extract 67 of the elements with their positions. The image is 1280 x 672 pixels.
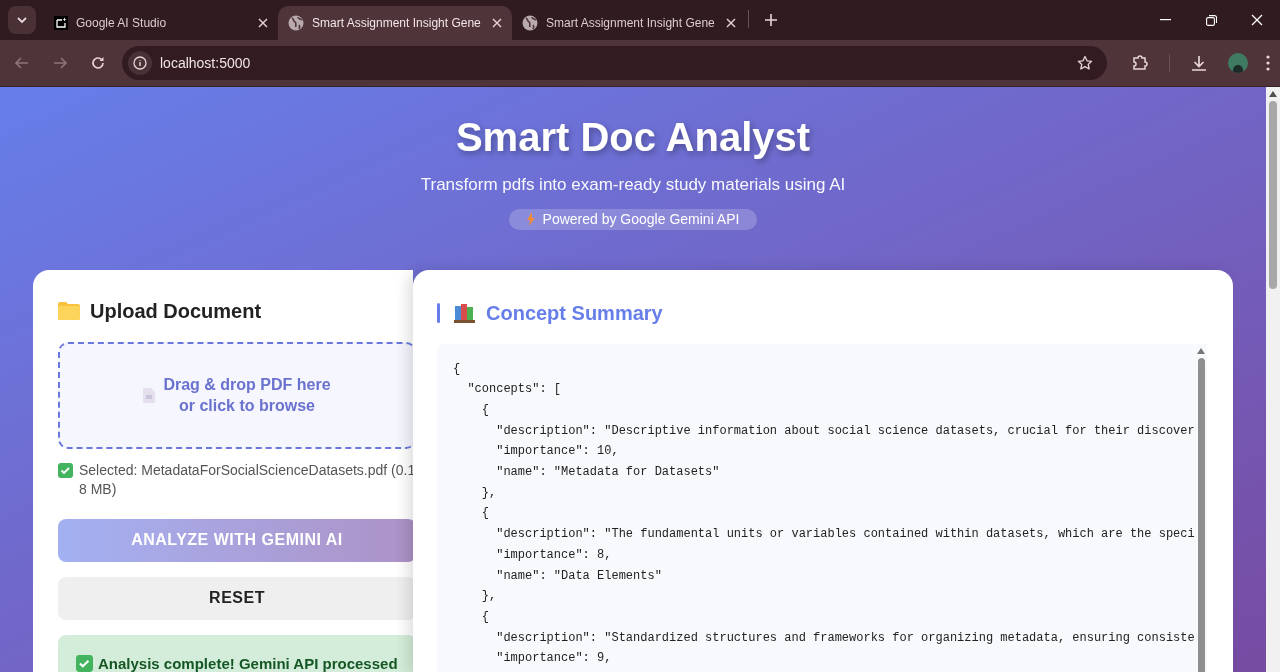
code-line: "description": "Descriptive information about social science datasets, crucial for their discover: [495, 422, 1195, 440]
code-line: "importance": 8,: [495, 546, 612, 564]
selected-file-text: Selected: MetadataForSocialScienceDatasets.pdf (0.18 MB): [79, 460, 416, 499]
close-icon[interactable]: [726, 18, 736, 28]
check-mark-icon: [58, 462, 73, 478]
status-text: Analysis complete! Gemini API processed: [98, 653, 398, 672]
close-icon[interactable]: [492, 18, 502, 28]
info-icon[interactable]: [133, 56, 147, 70]
page-title: Smart Doc Analyst: [455, 114, 811, 161]
accent-bar: [437, 302, 440, 323]
reset-button[interactable]: RESET: [58, 576, 416, 620]
section-title: Upload Document: [90, 298, 262, 324]
file-dropzone[interactable]: Drag & drop PDF here or click to browse: [58, 341, 416, 449]
star-icon[interactable]: [1077, 55, 1093, 71]
code-line: "importance": 9,: [495, 650, 612, 668]
forward-arrow-icon: [53, 57, 67, 69]
globe-icon: [522, 15, 538, 31]
code-line: },: [480, 484, 497, 502]
minimize-icon: [1159, 19, 1171, 21]
sparkle-app-icon: [54, 16, 68, 30]
reload-icon: [91, 56, 105, 70]
scroll-up-icon[interactable]: [1269, 91, 1277, 97]
tab-title: Smart Assignment Insight Gene: [312, 15, 482, 32]
code-line: "name": "Data Elements": [495, 567, 662, 585]
scrollbar-thumb[interactable]: [1197, 357, 1205, 672]
page-subtitle: Transform pdfs into exam-ready study materials using AI: [420, 174, 846, 196]
check-mark-icon: [76, 654, 93, 672]
code-line: {: [480, 505, 489, 523]
browser-tab[interactable]: Smart Assignment Insight Gene: [512, 6, 746, 40]
badge-text: Powered by Google Gemini API: [542, 209, 740, 229]
plus-icon: [765, 14, 777, 26]
code-line: {: [480, 608, 489, 626]
code-line: "description": "The fundamental units or variables contained within datasets, which are the speci: [495, 526, 1195, 544]
scroll-up-icon[interactable]: [1197, 347, 1205, 354]
browser-tab[interactable]: Smart Assignment Insight Gene: [278, 6, 512, 40]
more-options-icon[interactable]: [1266, 55, 1270, 71]
tab-title: Google AI Studio: [76, 15, 168, 32]
folder-icon: [58, 301, 80, 320]
dropzone-text: or click to browse: [178, 396, 315, 416]
lightning-icon: [526, 212, 535, 226]
back-arrow-icon: [15, 57, 29, 69]
download-icon[interactable]: [1190, 54, 1208, 72]
tab-title: Smart Assignment Insight Gene: [546, 15, 716, 32]
puzzle-piece-icon[interactable]: [1131, 54, 1149, 72]
code-line: "description": "Standardized structures and frameworks for organizing metadata, ensuring consiste: [495, 629, 1195, 647]
books-icon: [454, 302, 476, 323]
code-line: "concepts": [: [466, 381, 562, 399]
document-icon: [143, 387, 156, 403]
browser-tab[interactable]: Google AI Studio: [44, 6, 278, 40]
code-line: "name": "Metadata for Datasets": [495, 464, 720, 481]
code-line: },: [480, 588, 497, 606]
code-line: "importance": 10,: [495, 443, 619, 461]
code-line: {: [453, 360, 461, 378]
chevron-down-icon: [16, 16, 28, 24]
profile-avatar[interactable]: [1228, 53, 1248, 73]
address-bar[interactable]: localhost:5000: [122, 46, 1107, 80]
restore-icon: [1205, 14, 1217, 26]
page-scrollbar[interactable]: [1266, 87, 1280, 672]
code-line: {: [480, 401, 489, 419]
scrollbar-thumb[interactable]: [1269, 101, 1277, 289]
url-text: localhost:5000: [160, 53, 251, 73]
dropzone-text: Drag & drop PDF here: [163, 375, 331, 395]
section-title: Concept Summary: [486, 300, 663, 326]
globe-icon: [288, 15, 304, 31]
close-icon: [1251, 14, 1263, 26]
close-icon[interactable]: [258, 18, 268, 28]
tab-list-button[interactable]: [8, 6, 36, 34]
